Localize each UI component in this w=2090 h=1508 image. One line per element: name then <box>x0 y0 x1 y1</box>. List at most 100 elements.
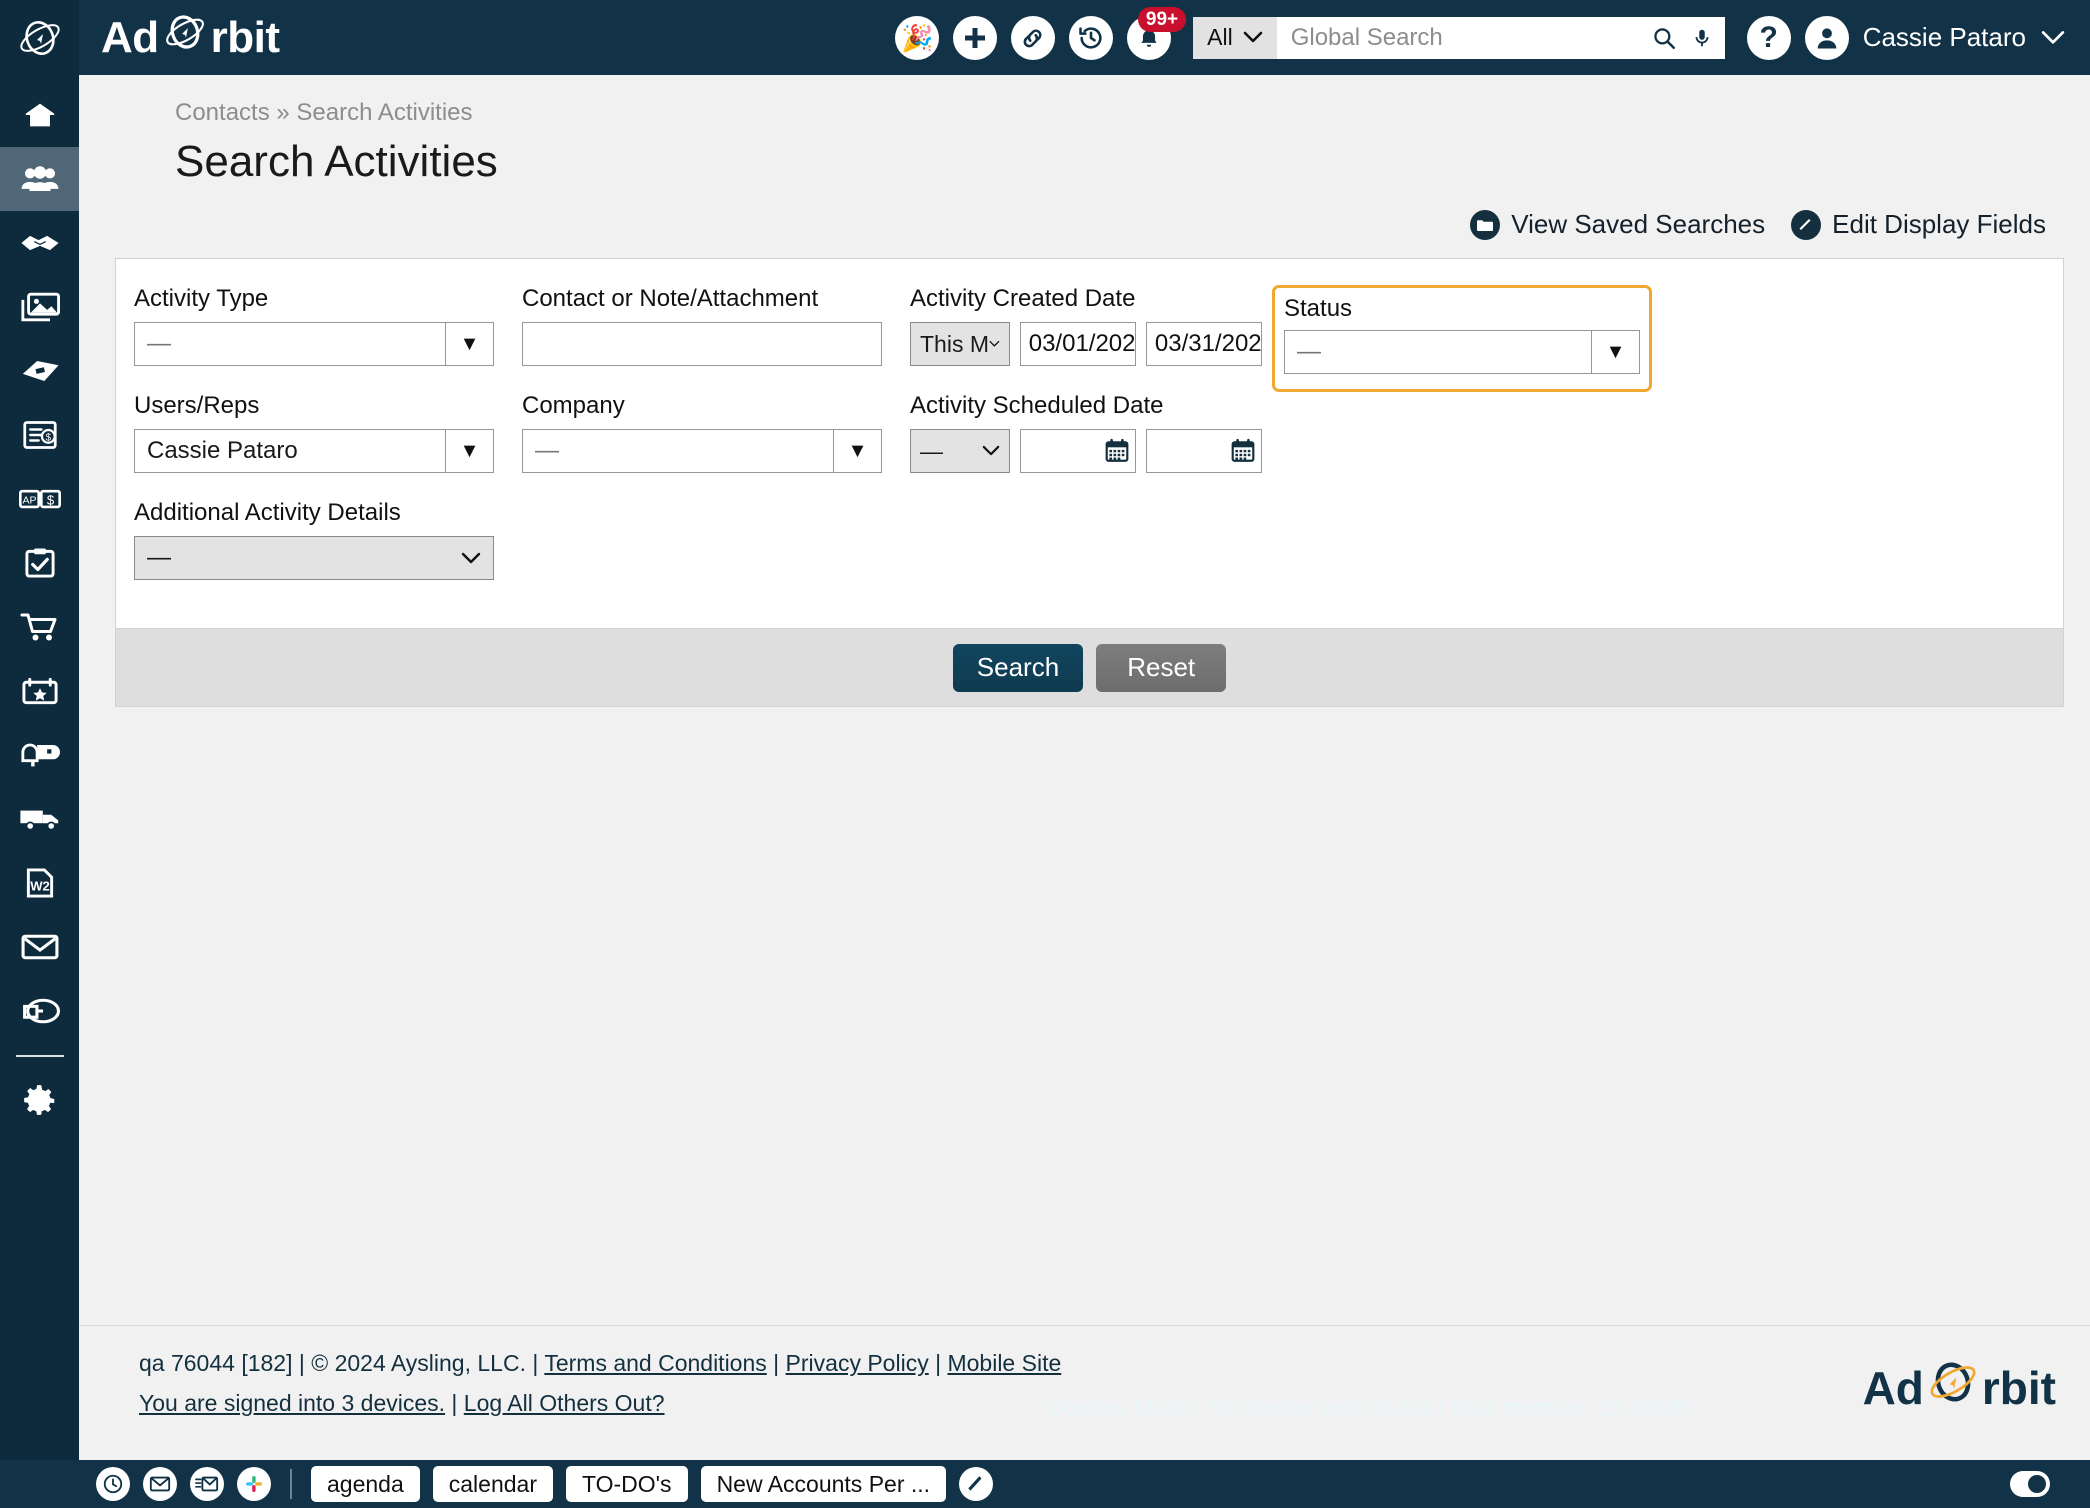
sidebar-item-shipping[interactable] <box>0 787 79 851</box>
terms-and-conditions-link[interactable]: Terms and Conditions <box>544 1350 766 1376</box>
mobile-site-link[interactable]: Mobile Site <box>947 1350 1061 1376</box>
pencil-icon <box>1791 209 1822 240</box>
company-value: — <box>535 437 559 464</box>
reset-button[interactable]: Reset <box>1096 643 1227 692</box>
sidebar-item-settings[interactable] <box>0 1069 79 1133</box>
activity-scheduled-date-from-input[interactable] <box>1019 429 1136 473</box>
gear-icon <box>23 1085 54 1115</box>
activity-created-date-to-value: 03/31/2024 <box>1154 330 1262 357</box>
app-logo-mark[interactable] <box>0 0 79 75</box>
avatar[interactable] <box>1804 15 1849 60</box>
sidebar-item-invoices[interactable]: $ <box>0 403 79 467</box>
taskbar-tab-agenda[interactable]: agenda <box>311 1466 420 1502</box>
bottom-taskbar: agenda calendar TO-DO's New Accounts Per… <box>0 1460 2090 1508</box>
pie-chart-icon <box>22 998 60 1024</box>
activity-scheduled-date-to-input[interactable] <box>1145 429 1263 473</box>
microphone-icon[interactable] <box>1691 25 1713 51</box>
sidebar-divider <box>15 1055 64 1057</box>
compose-pencil-icon[interactable] <box>959 1467 994 1501</box>
slack-icon[interactable] <box>237 1467 271 1501</box>
envelope-icon <box>21 934 58 960</box>
sidebar-item-w2-forms[interactable]: W2 <box>0 851 79 915</box>
footer-version: qa 76044 [182] <box>139 1350 293 1376</box>
activity-created-date-range-select[interactable]: This M <box>910 322 1010 366</box>
sidebar-item-mailbox[interactable] <box>0 723 79 787</box>
sidebar-item-events[interactable] <box>0 659 79 723</box>
sidebar-item-tickets[interactable] <box>0 339 79 403</box>
orbit-logo-icon <box>19 20 60 55</box>
envelope-icon[interactable] <box>143 1467 177 1501</box>
accounts-payable-icon: AP $ <box>18 489 61 509</box>
additional-activity-details-select[interactable]: — <box>134 536 494 580</box>
sidebar-item-media[interactable] <box>0 275 79 339</box>
calendar-icon[interactable] <box>1230 438 1256 464</box>
search-button[interactable]: Search <box>952 643 1084 692</box>
clock-icon[interactable] <box>96 1467 130 1501</box>
contact-or-note-input[interactable] <box>522 322 882 366</box>
home-icon <box>25 103 54 127</box>
sidebar-item-reports[interactable] <box>0 979 79 1043</box>
chevron-down-icon[interactable]: ▼ <box>833 430 881 472</box>
footer-logo-ad: Ad <box>1862 1361 1924 1414</box>
sidebar-item-home[interactable] <box>0 83 79 147</box>
search-input-wrapper[interactable]: Global Search <box>1276 16 1725 59</box>
search-input[interactable]: Global Search <box>1291 24 1637 52</box>
sidebar-item-email[interactable] <box>0 915 79 979</box>
taskbar-tab-new-accounts[interactable]: New Accounts Per ... <box>700 1466 947 1502</box>
chat-toggle-icon[interactable] <box>2010 1471 2050 1497</box>
activity-type-select[interactable]: — ▼ <box>134 322 494 366</box>
chevron-down-icon[interactable] <box>2040 30 2066 46</box>
view-saved-searches-button[interactable]: View Saved Searches <box>1470 209 1765 240</box>
breadcrumb-separator: » <box>276 99 290 126</box>
company-select[interactable]: — ▼ <box>522 429 882 473</box>
calendar-star-icon <box>21 677 58 705</box>
sidebar-item-orders[interactable] <box>0 595 79 659</box>
add-icon[interactable] <box>953 15 998 60</box>
footer-separator: | <box>451 1390 458 1416</box>
help-icon[interactable]: ? <box>1746 15 1791 60</box>
celebration-icon[interactable]: 🎉 <box>895 15 940 60</box>
logo-text-ad: Ad <box>101 12 159 62</box>
footer-performance-stats: Queries Made: 73 | render time: 0.22s | … <box>1046 1394 1690 1420</box>
sidebar-item-tasks[interactable] <box>0 531 79 595</box>
app-logo-text[interactable]: Ad rbit <box>101 10 280 65</box>
additional-activity-details-value: — <box>147 544 171 571</box>
chevron-down-icon[interactable]: ▼ <box>1591 331 1639 373</box>
activity-created-date-from-input[interactable]: 03/01/2024 <box>1019 322 1136 366</box>
link-glyph <box>1023 28 1042 47</box>
top-navigation-bar: Ad rbit 🎉 99+ All Global Search ? Cassie… <box>0 0 2090 75</box>
activity-scheduled-date-range-select[interactable]: — <box>910 429 1010 473</box>
taskbar-tab-calendar[interactable]: calendar <box>432 1466 553 1502</box>
users-reps-select[interactable]: Cassie Pataro ▼ <box>134 429 494 473</box>
logo-orbit-glyph <box>163 10 207 65</box>
search-icon[interactable] <box>1651 25 1677 51</box>
search-scope-select[interactable]: All <box>1193 16 1277 59</box>
folder-icon <box>1470 209 1501 240</box>
activity-created-date-to-input[interactable]: 03/31/2024 <box>1145 322 1263 366</box>
history-icon[interactable] <box>1069 15 1114 60</box>
chevron-down-icon <box>1243 31 1262 43</box>
link-icon[interactable] <box>1011 15 1056 60</box>
user-name-label[interactable]: Cassie Pataro <box>1863 22 2026 53</box>
activity-created-date-range-value: This M <box>920 330 989 357</box>
users-reps-label: Users/Reps <box>134 392 260 419</box>
envelope-list-icon[interactable] <box>190 1467 224 1501</box>
privacy-policy-link[interactable]: Privacy Policy <box>786 1350 929 1376</box>
edit-display-fields-button[interactable]: Edit Display Fields <box>1791 209 2046 240</box>
search-scope-value: All <box>1207 24 1233 50</box>
sidebar-item-contacts[interactable] <box>0 147 79 211</box>
calendar-icon[interactable] <box>1104 438 1130 464</box>
activity-created-date-label: Activity Created Date <box>910 285 1136 312</box>
breadcrumb-parent[interactable]: Contacts <box>175 99 270 126</box>
sidebar-item-deals[interactable] <box>0 211 79 275</box>
contact-or-note-field: Contact or Note/Attachment <box>522 285 882 392</box>
log-all-others-out-link[interactable]: Log All Others Out? <box>464 1390 665 1416</box>
chevron-down-icon[interactable]: ▼ <box>445 323 493 365</box>
sidebar-item-accounts-payable[interactable]: AP $ <box>0 467 79 531</box>
notifications-bell-icon[interactable]: 99+ <box>1127 6 1187 60</box>
signed-in-devices-link[interactable]: You are signed into 3 devices. <box>139 1390 445 1416</box>
filters-row-3: Additional Activity Details — <box>116 499 2063 606</box>
chevron-down-icon[interactable]: ▼ <box>445 430 493 472</box>
status-select[interactable]: — ▼ <box>1284 330 1640 374</box>
taskbar-tab-todos[interactable]: TO-DO's <box>565 1466 688 1502</box>
